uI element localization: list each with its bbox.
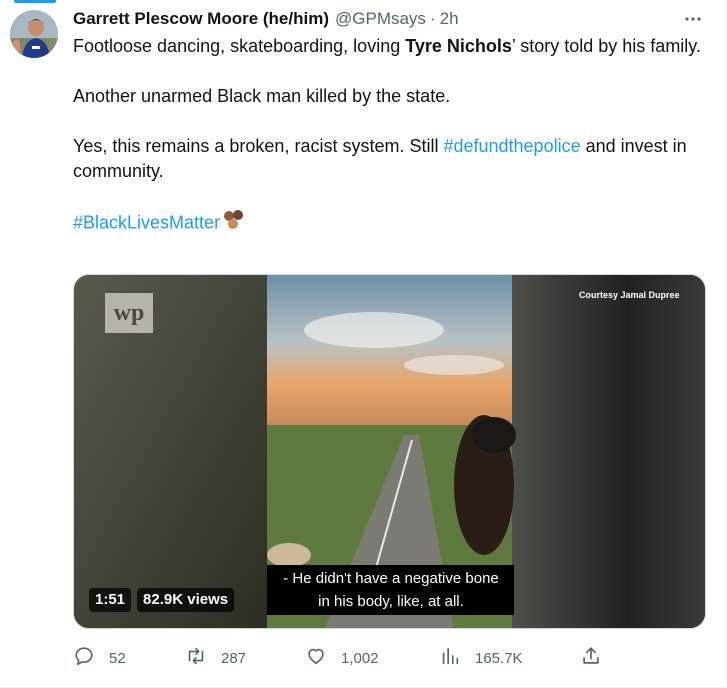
video-duration: 1:51 (89, 588, 132, 612)
mention-name: Tyre Nichols (405, 36, 512, 56)
reply-count: 52 (109, 649, 126, 667)
retweet-count: 287 (221, 649, 247, 667)
views-count: 165.7K (475, 649, 523, 667)
text-span: Footloose dancing, skateboarding, loving (73, 36, 406, 56)
hashtag-defundthepolice[interactable]: #defundthepolice (443, 136, 580, 156)
top-accent-bar (14, 0, 56, 3)
video-badges: 1:51 82.9K views (89, 588, 235, 612)
timestamp[interactable]: 2h (440, 9, 459, 29)
share-button[interactable] (580, 645, 602, 671)
reply-button[interactable]: 52 (73, 645, 126, 671)
avatar[interactable] (10, 10, 58, 58)
like-count: 1,002 (341, 649, 379, 667)
reply-icon (73, 645, 95, 671)
courtesy-credit: Courtesy Jamal Dupree (579, 290, 680, 300)
tweet-header: Garrett Plescow Moore (he/him) @GPMsays … (73, 8, 459, 30)
heart-icon (305, 645, 327, 671)
caption-line: in his body, like, at all. (318, 593, 464, 610)
views-button[interactable]: 165.7K (439, 645, 523, 671)
text-span: ’ story told by his family. (511, 36, 701, 56)
raised-fists-emoji-icon (222, 209, 246, 238)
tweet-paragraph: Yes, this remains a broken, racist syste… (73, 134, 703, 184)
tweet-paragraph: Footloose dancing, skateboarding, loving… (73, 34, 703, 59)
text-span: Yes, this remains a broken, racist syste… (73, 136, 444, 156)
video-player[interactable]: wp Courtesy Jamal Dupree - He didn't hav… (73, 274, 706, 629)
analytics-icon (439, 645, 461, 671)
tweet-text: Footloose dancing, skateboarding, loving… (73, 34, 703, 238)
user-handle[interactable]: @GPMsays (335, 9, 426, 29)
display-name[interactable]: Garrett Plescow Moore (he/him) (73, 9, 329, 29)
share-icon (580, 645, 602, 671)
video-caption: - He didn't have a negative bone in his … (266, 567, 516, 613)
retweet-button[interactable]: 287 (185, 645, 246, 671)
tweet-paragraph: Another unarmed Black man killed by the … (73, 86, 451, 106)
caption-line: - He didn't have a negative bone (283, 570, 499, 587)
tweet-paragraph: #BlackLivesMatter (73, 209, 703, 238)
like-button[interactable]: 1,002 (305, 645, 379, 671)
wp-logo: wp (113, 299, 145, 326)
hashtag-blacklivesmatter[interactable]: #BlackLivesMatter (73, 212, 220, 232)
action-bar: 52 287 1,002 165.7K (73, 645, 706, 671)
retweet-icon (185, 645, 207, 671)
more-options-icon[interactable] (682, 9, 704, 29)
video-views: 82.9K views (137, 588, 235, 612)
separator-dot: · (429, 9, 436, 28)
